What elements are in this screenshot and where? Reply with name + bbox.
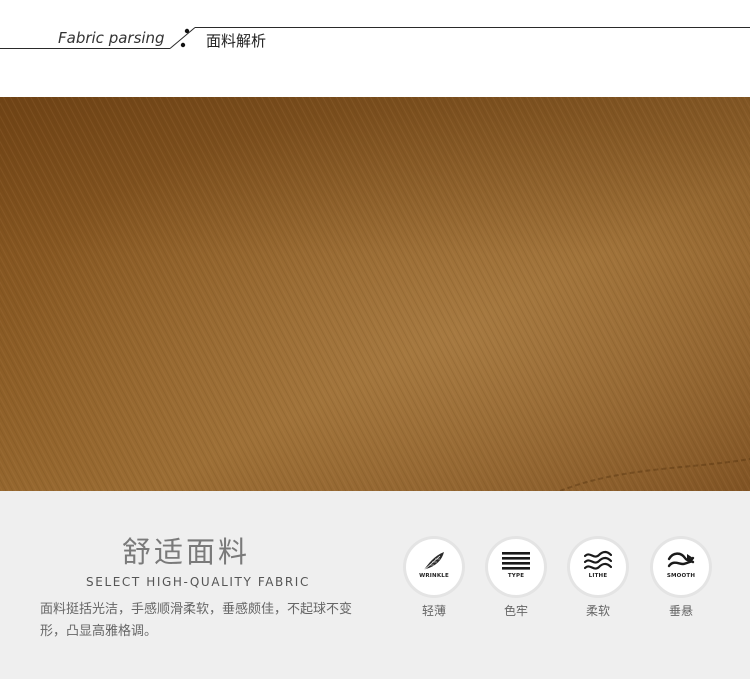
feature-cn-label: 垂悬	[668, 604, 693, 618]
feature-en-label: SMOOTH	[666, 573, 696, 579]
header-english-title: Fabric parsing	[58, 29, 165, 47]
header-rule-left	[0, 48, 170, 49]
comfort-fabric-panel: 舒适面料 SELECT HIGH-QUALITY FABRIC 面料挺括光洁，手…	[0, 491, 750, 679]
header-slash-decoration	[170, 27, 195, 49]
feature-en-label: TYPE	[507, 573, 525, 579]
feature-en-label: WRINKLE	[419, 573, 449, 579]
feather-icon	[422, 552, 444, 572]
stripes-icon	[502, 552, 530, 570]
feature-cn-label: 色牢	[503, 604, 528, 618]
section-header: Fabric parsing 面料解析	[0, 0, 750, 97]
page-bottom-margin	[0, 679, 750, 699]
feature-cn-label: 轻薄	[421, 604, 446, 618]
feature-list: WRINKLE 轻薄 TYPE 色牢 LITHE 柔软 SMOOTH 垂悬	[0, 491, 750, 679]
fabric-texture-image	[0, 97, 750, 491]
smooth-icon	[667, 552, 695, 568]
header-chinese-title: 面料解析	[206, 32, 267, 50]
feature-en-label: LITHE	[588, 573, 608, 579]
waves-icon	[584, 550, 612, 570]
feature-cn-label: 柔软	[585, 604, 610, 618]
header-rule-right	[195, 27, 750, 28]
